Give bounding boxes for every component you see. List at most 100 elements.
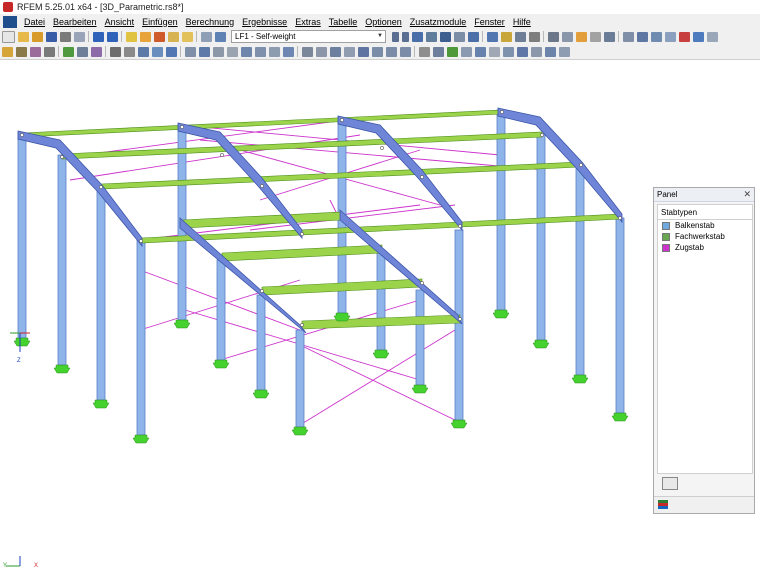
calculate-icon[interactable] [139, 31, 151, 42]
panel-header: Panel ✕ [654, 188, 754, 202]
document-icon[interactable] [3, 15, 17, 28]
new-file-icon[interactable] [1, 30, 15, 43]
line-icon[interactable] [15, 46, 27, 57]
menu-ansicht[interactable]: Ansicht [101, 17, 139, 27]
view-icon[interactable] [486, 31, 498, 42]
folder-icon[interactable] [181, 31, 193, 42]
node [260, 184, 264, 188]
columns [17, 109, 625, 436]
corner-x-label: X [34, 563, 38, 569]
print-preview-icon[interactable] [73, 31, 85, 42]
menu-zusatzmodule[interactable]: Zusatzmodule [406, 17, 471, 27]
section-icon[interactable] [500, 31, 512, 42]
snap-icon[interactable] [488, 46, 500, 57]
menu-ergebnisse[interactable]: Ergebnisse [238, 17, 291, 27]
delete-icon[interactable] [678, 31, 690, 42]
menu-tabelle[interactable]: Tabelle [325, 17, 362, 27]
scale-icon[interactable] [240, 46, 252, 57]
panel-settings-icon[interactable] [662, 477, 678, 490]
extrude-icon[interactable] [282, 46, 294, 57]
transparent-icon[interactable] [589, 31, 601, 42]
filter-icon[interactable] [664, 31, 676, 42]
wireframe-icon[interactable] [561, 31, 573, 42]
members-icon[interactable] [514, 31, 526, 42]
open-recent-icon[interactable] [31, 31, 43, 42]
support-icon[interactable] [62, 46, 74, 57]
menu-extras[interactable]: Extras [291, 17, 325, 27]
menu-berechnung[interactable]: Berechnung [182, 17, 239, 27]
solid-icon[interactable] [575, 31, 587, 42]
mirror-icon[interactable] [226, 46, 238, 57]
open-folder-icon[interactable] [17, 31, 29, 42]
settings-icon[interactable] [692, 31, 704, 42]
menu-bearbeiten[interactable]: Bearbeiten [49, 17, 101, 27]
load-case-select[interactable]: LF1 - Self-weight ▼ [231, 30, 386, 43]
select-all-icon[interactable] [329, 46, 341, 57]
opening-icon[interactable] [151, 46, 163, 57]
zoom-all-icon[interactable] [432, 46, 444, 57]
color-scale-icon[interactable] [658, 500, 668, 509]
member-icon[interactable] [29, 46, 41, 57]
layer-icon[interactable] [544, 46, 556, 57]
results-icon[interactable] [153, 31, 165, 42]
iso-view-icon[interactable] [357, 46, 369, 57]
redo-icon[interactable] [106, 31, 118, 42]
surface-icon[interactable] [43, 46, 55, 57]
save-icon[interactable] [45, 31, 57, 42]
close-icon[interactable]: ✕ [743, 189, 751, 200]
deformation-icon[interactable] [425, 31, 437, 42]
render-icon[interactable] [547, 31, 559, 42]
print-graphic-icon[interactable] [603, 31, 615, 42]
show-results-icon[interactable] [411, 31, 423, 42]
load-icon[interactable] [90, 46, 102, 57]
menu-fenster[interactable]: Fenster [470, 17, 509, 27]
guide-line-icon[interactable] [516, 46, 528, 57]
menu-datei[interactable]: Datei [20, 17, 49, 27]
menu-optionen[interactable]: Optionen [361, 17, 406, 27]
help-icon[interactable] [706, 31, 718, 42]
copy-icon[interactable] [184, 46, 196, 57]
comment-icon[interactable] [636, 31, 648, 42]
truss-icon[interactable] [123, 46, 135, 57]
divide-icon[interactable] [254, 46, 266, 57]
view-y-icon[interactable] [385, 46, 397, 57]
select-icon[interactable] [301, 46, 313, 57]
check-icon[interactable] [446, 46, 458, 57]
zoom-icon[interactable] [418, 46, 430, 57]
grid-icon[interactable] [528, 31, 540, 42]
next-icon[interactable] [401, 31, 409, 42]
edit-icon[interactable] [125, 31, 137, 42]
dimension-icon[interactable] [622, 31, 634, 42]
menu-einfuegen[interactable]: Einfügen [138, 17, 182, 27]
rotate-icon[interactable] [212, 46, 224, 57]
print-icon[interactable] [59, 31, 71, 42]
arrange-icon[interactable] [460, 46, 472, 57]
animation-icon[interactable] [467, 31, 479, 42]
visual-object-icon[interactable] [558, 46, 570, 57]
table-icon[interactable] [200, 31, 212, 42]
menu-hilfe[interactable]: Hilfe [509, 17, 535, 27]
cross-section-icon[interactable] [165, 46, 177, 57]
view-z-icon[interactable] [399, 46, 411, 57]
measure-icon[interactable] [650, 31, 662, 42]
coordinate-icon[interactable] [474, 46, 486, 57]
previous-icon[interactable] [391, 31, 399, 42]
panel-icon[interactable] [214, 31, 226, 42]
support-reactions-icon[interactable] [439, 31, 451, 42]
model-viewport[interactable]: Z Y X [0, 60, 760, 570]
visibility-icon[interactable] [343, 46, 355, 57]
hinge-icon[interactable] [76, 46, 88, 57]
workplane-icon[interactable] [502, 46, 514, 57]
dxf-icon[interactable] [530, 46, 542, 57]
undo-icon[interactable] [92, 31, 104, 42]
view-x-icon[interactable] [371, 46, 383, 57]
beam-icon[interactable] [109, 46, 121, 57]
move-icon[interactable] [198, 46, 210, 57]
solid-model-icon[interactable] [137, 46, 149, 57]
values-icon[interactable] [453, 31, 465, 42]
node [20, 133, 24, 137]
connect-icon[interactable] [268, 46, 280, 57]
report-icon[interactable] [167, 31, 179, 42]
node-icon[interactable] [1, 46, 13, 57]
select-window-icon[interactable] [315, 46, 327, 57]
